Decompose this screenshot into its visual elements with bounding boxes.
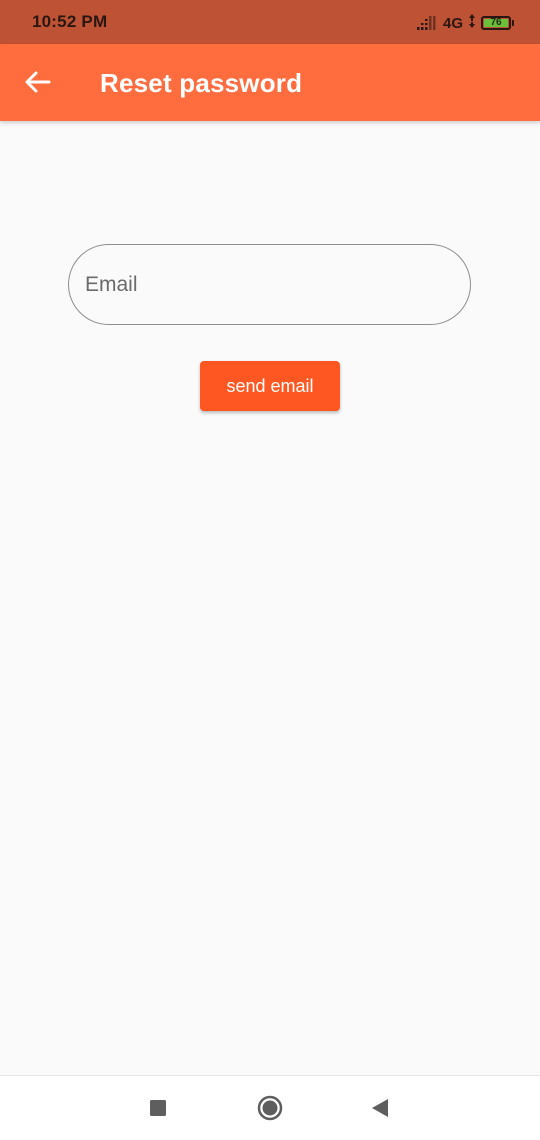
status-time: 10:52 PM [32,12,108,31]
arrow-back-icon [25,71,51,93]
home-circle-icon [257,1095,283,1121]
page-title: Reset password [100,68,303,98]
data-arrows-icon [469,13,475,33]
recents-button[interactable] [142,1092,174,1124]
app-bar: Reset password [0,44,540,121]
battery-tip [512,20,514,26]
email-field[interactable] [68,244,471,325]
battery-level: 76 [490,17,502,28]
screen: 10:52 PM 4G 76 Reset password Email send… [0,0,540,1140]
battery-icon: 76 [481,16,511,30]
home-button[interactable] [254,1092,286,1124]
back-triangle-icon [372,1099,388,1117]
network-type: 4G [442,14,463,32]
status-icons: 4G 76 [416,12,514,34]
send-email-button[interactable]: send email [200,361,340,411]
nav-back-button[interactable] [364,1092,396,1124]
status-bar: 10:52 PM 4G 76 [0,0,540,44]
signal-icon [416,16,437,30]
recents-square-icon [150,1100,166,1116]
system-nav-bar [0,1075,540,1140]
back-button[interactable] [18,62,58,102]
